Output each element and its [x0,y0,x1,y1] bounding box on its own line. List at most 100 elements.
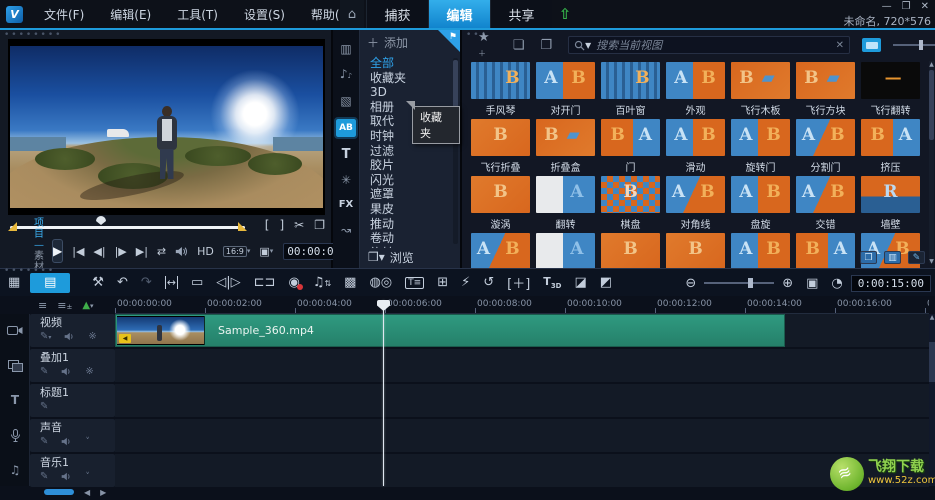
close-button[interactable]: ✕ [921,1,929,12]
transition-item-翻转[interactable]: A翻转 [533,175,598,232]
track-type-title-icon[interactable]: T [0,393,30,407]
track-row-music[interactable] [115,454,929,487]
next-frame-button[interactable]: |▶ [115,245,127,258]
category-7[interactable]: 胶片 [360,158,461,173]
track-header-overlay[interactable]: 叠加1✎※ [30,349,115,382]
scrub-playhead[interactable] [96,216,106,225]
transition-item-手风琴[interactable]: B手风琴 [468,61,533,118]
transition-item-22[interactable]: A [533,232,598,268]
track-row-video[interactable]: ◀Sample_360.mp4 [115,314,929,347]
filter-icon[interactable]: FX [339,198,354,212]
track-mute-icon[interactable] [61,472,72,481]
motion-path-icon[interactable]: ↝ [341,223,351,237]
transition-item-飞行折叠[interactable]: B飞行折叠 [468,118,533,175]
track-type-overlay-icon[interactable] [0,358,30,372]
menu-item-0[interactable]: 文件(F) [31,6,97,23]
track-manager-icon[interactable]: ≡ [38,299,47,312]
track-header-voice[interactable]: 声音✎˅ [30,419,115,452]
track-mute-icon[interactable] [61,437,72,446]
auto-music-icon[interactable]: ▩ [344,275,356,290]
menu-item-1[interactable]: 编辑(E) [97,6,164,23]
track-collapse-icon[interactable]: ˅ [85,472,90,482]
repeat-button[interactable]: ⇄ [157,245,166,258]
track-list-icon[interactable]: ≡± [57,299,72,312]
category-9[interactable]: 遮罩 [360,187,461,202]
track-mute-icon[interactable] [64,332,75,341]
instant-project-icon[interactable]: ▧ [340,94,351,108]
insert-gap-icon[interactable]: ⊏⊐ [254,275,276,290]
track-header-title[interactable]: 标题1✎ [30,384,115,417]
transition-item-交错[interactable]: AB交错 [793,175,858,232]
thumbnail-view-toggle[interactable] [862,38,881,52]
hscroll-thumb[interactable] [44,489,74,495]
category-11[interactable]: 推动 [360,217,461,232]
transition-item-21[interactable]: AB [468,232,533,268]
transition-item-23[interactable]: B [598,232,663,268]
search-input[interactable]: ▾ 搜索当前视图 ✕ [568,36,850,54]
subtitle-editor-icon[interactable]: T≡ [405,277,424,289]
hd-toggle[interactable]: HD [197,245,214,258]
undo-icon[interactable]: ↶ [117,275,128,290]
tab-1[interactable]: 编辑 [428,0,490,28]
graphic-icon[interactable]: ✳ [341,173,351,187]
fit-timeline-icon[interactable]: ▣ [806,276,818,291]
transition-item-对开门[interactable]: AB对开门 [533,61,598,118]
enlarge-preview-icon[interactable]: ❐ [314,218,325,232]
fit-project-icon[interactable]: ↔ [165,276,178,289]
scroll-left-icon[interactable]: ◀ [84,488,90,497]
track-type-music-icon[interactable]: ♫ [0,463,30,477]
sound-mixer-icon[interactable]: ♫⇅ [313,275,331,290]
volume-button[interactable] [175,245,188,258]
audio-icon[interactable]: ♪♪ [340,67,352,83]
panel-grip[interactable]: •••••••• [4,32,62,38]
motion-tracking-icon[interactable]: ⚡ [461,275,470,290]
transition-item-挤压[interactable]: BA挤压 [858,118,923,175]
transition-item-外观[interactable]: AB外观 [663,61,728,118]
track-row-voice[interactable] [115,419,929,452]
storyboard-view-icon[interactable]: ▦ [8,275,20,290]
track-collapse-icon[interactable]: ˅ [85,437,90,447]
paste-attributes-icon[interactable]: ❐ [540,38,552,53]
transition-item-飞行翻转[interactable]: —飞行翻转 [858,61,923,118]
track-header-video[interactable]: 视频✎▾※ [30,314,115,347]
panel-grip[interactable]: ••••••• [4,268,55,274]
minimize-button[interactable]: — [882,1,892,12]
tab-0[interactable]: 捕获 [366,0,428,28]
resize-frame-icon[interactable]: ▭ [191,275,203,290]
tools-icon[interactable]: ⚒ [92,275,104,290]
menu-item-3[interactable]: 设置(S) [231,6,298,23]
transition-item-棋盘[interactable]: B棋盘 [598,175,663,232]
transition-item-分割门[interactable]: AB分割门 [793,118,858,175]
ripple-edit-icon[interactable]: ✎▾ [40,331,51,342]
browse-button[interactable]: ❒▾ 浏览 [360,248,461,266]
speech-to-text-icon[interactable]: ↺ [483,275,494,290]
timeline-zoom-slider[interactable] [704,282,774,284]
track-disable-icon[interactable]: ※ [88,331,96,342]
home-icon[interactable]: ⌂ [340,0,364,28]
clear-search-icon[interactable]: ✕ [836,40,844,51]
upgrade-arrow-icon[interactable]: ⇧ [552,0,578,28]
go-end-button[interactable]: ▶| [136,245,148,258]
play-button[interactable]: ▶ [52,239,63,263]
transition-icon[interactable]: AB [336,119,356,137]
menu-item-2[interactable]: 工具(T) [164,6,231,23]
track-header-music[interactable]: 音乐1✎˅ [30,454,115,487]
show-options-icon[interactable]: ▥ [884,251,901,264]
project-duration-icon[interactable]: ◔ [831,276,842,291]
show-library-icon[interactable]: ❒ [860,251,877,264]
transition-item-百叶窗[interactable]: B百叶窗 [598,61,663,118]
transition-item-门[interactable]: BA门 [598,118,663,175]
scroll-down-icon[interactable]: ▼ [928,258,935,265]
project-mode-button[interactable]: 项目— [34,218,44,251]
category-2[interactable]: 3D [360,85,461,100]
track-disable-icon[interactable]: ※ [85,366,93,377]
gallery-scroll-thumb[interactable] [929,70,934,140]
category-8[interactable]: 闪光 [360,173,461,188]
mask-creator-icon[interactable]: [＋] [507,273,530,292]
screen-size-button[interactable]: ▣ [259,245,269,258]
ripple-edit-icon[interactable]: ✎ [40,471,48,482]
zoom-out-icon[interactable]: ⊖ [685,276,696,291]
aspect-ratio-button[interactable]: 16:9 [223,246,247,257]
split-clip-icon[interactable]: ✂ [294,218,304,232]
transition-item-24[interactable]: B [663,232,728,268]
